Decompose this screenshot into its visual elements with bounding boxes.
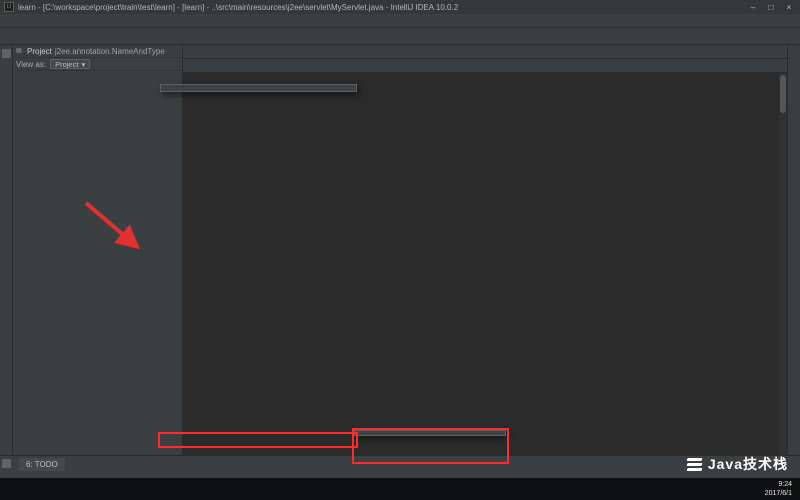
editor-scrollbar[interactable]	[779, 73, 787, 455]
watermark: Java技术栈	[687, 454, 788, 474]
clock-date: 2017/6/1	[765, 489, 792, 498]
editor-tab-row-1	[183, 45, 787, 59]
right-tool-dock	[787, 45, 800, 455]
context-menu	[160, 84, 357, 92]
todo-tool-tab[interactable]: 6: TODO	[19, 458, 65, 471]
main-area: ▤ Project j2ee.annotation.NameAndType Vi…	[0, 45, 800, 455]
watermark-text: Java技术栈	[708, 454, 788, 474]
project-panel-title[interactable]: Project	[27, 47, 52, 56]
view-as-dropdown[interactable]: Project ▾	[50, 59, 90, 69]
chevron-down-icon: ▾	[81, 60, 85, 69]
minimize-button[interactable]: –	[746, 3, 760, 12]
scrollbar-thumb[interactable]	[780, 75, 786, 113]
toolwindow-toggle-icon[interactable]	[2, 459, 11, 468]
diagrams-submenu	[354, 430, 506, 436]
project-panel-header: ▤ Project j2ee.annotation.NameAndType	[13, 45, 182, 58]
view-as-label: View as:	[16, 60, 46, 69]
title-bar: IJ learn - [C:\workspace\project\train\t…	[0, 0, 800, 14]
selected-class-path: j2ee.annotation.NameAndType	[55, 47, 165, 56]
maximize-button[interactable]: □	[764, 3, 778, 12]
stack-logo-icon	[687, 458, 702, 471]
windows-taskbar: 9:24 2017/6/1	[0, 478, 800, 500]
main-toolbar	[0, 28, 800, 45]
intellij-logo-icon: IJ	[4, 2, 14, 12]
project-tree	[13, 71, 182, 455]
bottom-bar: 6: TODO	[0, 455, 800, 478]
left-tool-dock	[0, 45, 13, 455]
view-as-row: View as: Project ▾	[13, 58, 182, 71]
intellij-window: IJ learn - [C:\workspace\project\train\t…	[0, 0, 800, 500]
view-as-value: Project	[55, 60, 78, 69]
editor-area	[183, 45, 787, 455]
code-editor[interactable]	[183, 73, 787, 455]
taskbar-clock[interactable]: 9:24 2017/6/1	[765, 480, 792, 498]
clock-time: 9:24	[765, 480, 792, 489]
close-button[interactable]: ×	[782, 3, 796, 12]
window-title: learn - [C:\workspace\project\train\test…	[18, 3, 742, 12]
project-panel-icon: ▤	[16, 47, 24, 55]
menu-bar	[0, 14, 800, 28]
project-tool-button[interactable]	[2, 49, 11, 58]
editor-tab-row-2	[183, 59, 787, 73]
project-panel: ▤ Project j2ee.annotation.NameAndType Vi…	[13, 45, 183, 455]
